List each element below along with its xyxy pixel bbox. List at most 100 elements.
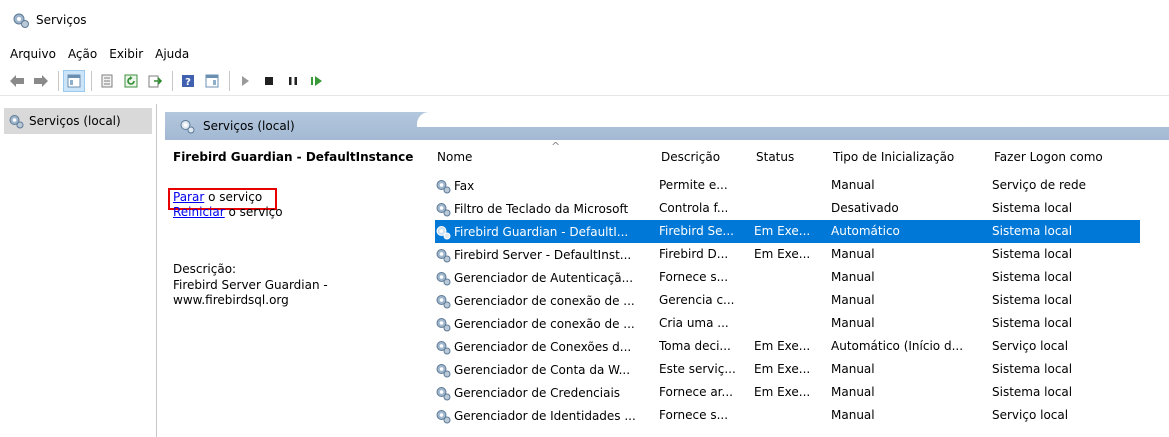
stop-service-button[interactable] bbox=[258, 70, 280, 92]
service-logon-as: Sistema local bbox=[992, 224, 1073, 238]
service-logon-as: Serviço de rede bbox=[992, 178, 1086, 192]
table-row[interactable]: Fax Permite e... Manual Serviço de rede bbox=[435, 174, 1140, 197]
forward-button[interactable] bbox=[30, 70, 52, 92]
service-name: Gerenciador de conexão de ... bbox=[454, 317, 635, 331]
refresh-button[interactable] bbox=[120, 70, 142, 92]
service-name-cell: Gerenciador de conexão de ... bbox=[435, 293, 657, 309]
service-name: Gerenciador de Identidades ... bbox=[454, 409, 636, 423]
table-row[interactable]: Gerenciador de Credenciais Fornece ar... E… bbox=[435, 381, 1140, 404]
sort-ascending-icon: ^ bbox=[551, 140, 561, 153]
properties-icon bbox=[101, 74, 113, 87]
description-text: Firebird Server Guardian - www.firebirds… bbox=[173, 278, 328, 307]
service-description: Controla f... bbox=[659, 201, 729, 215]
pause-service-button[interactable] bbox=[282, 70, 304, 92]
tree-item-label: Serviços (local) bbox=[29, 114, 121, 128]
column-header-logon-as[interactable]: Fazer Logon como bbox=[994, 150, 1103, 164]
menu-exibir[interactable]: Exibir bbox=[109, 47, 143, 61]
service-name-cell: Gerenciador de Conta da W... bbox=[435, 362, 657, 378]
restart-service-button[interactable] bbox=[306, 70, 328, 92]
tab-divider bbox=[417, 112, 1169, 127]
service-actions: Parar o serviço Reiniciar o serviço bbox=[173, 190, 283, 220]
stop-service-link[interactable]: Parar bbox=[173, 190, 204, 204]
service-startup-type: Manual bbox=[831, 408, 875, 422]
table-row[interactable]: Gerenciador de Identidades ... Fornece s.… bbox=[435, 404, 1140, 427]
service-gear-icon bbox=[436, 410, 451, 424]
start-service-button[interactable] bbox=[234, 70, 256, 92]
service-name: Gerenciador de Credenciais bbox=[454, 386, 621, 400]
service-name-cell: Gerenciador de Autenticaçã... bbox=[435, 270, 657, 286]
table-row[interactable]: Gerenciador de Conexões d... Toma deci...… bbox=[435, 335, 1140, 358]
service-name-cell: Gerenciador de Conexões d... bbox=[435, 339, 657, 355]
back-button[interactable] bbox=[6, 70, 28, 92]
service-startup-type: Manual bbox=[831, 316, 875, 330]
service-description: Fornece s... bbox=[659, 408, 729, 422]
services-list: ^ Nome Descrição Status Tipo de Iniciali… bbox=[435, 140, 1169, 437]
service-startup-type: Automático (Início d... bbox=[831, 339, 964, 353]
table-row[interactable]: Gerenciador de conexão de ... Gerencia c.… bbox=[435, 289, 1140, 312]
export-list-button[interactable] bbox=[144, 70, 166, 92]
table-row[interactable]: Filtro de Teclado da Microsoft Controla f… bbox=[435, 197, 1140, 220]
stop-icon bbox=[265, 76, 273, 85]
table-row[interactable]: Gerenciador de Autenticaçã... Fornece s..… bbox=[435, 266, 1140, 289]
service-gear-icon bbox=[436, 364, 451, 378]
service-name: Filtro de Teclado da Microsoft bbox=[454, 202, 629, 216]
action-pane-icon bbox=[205, 74, 219, 87]
help-button[interactable]: ? bbox=[177, 70, 199, 92]
forward-arrow-icon bbox=[34, 74, 48, 87]
table-row[interactable]: Firebird Server - DefaultInst... Firebird… bbox=[435, 243, 1140, 266]
column-header-name[interactable]: Nome bbox=[437, 150, 472, 164]
service-startup-type: Manual bbox=[831, 270, 875, 284]
service-gear-icon bbox=[436, 249, 451, 263]
service-status: Em Exe... bbox=[754, 362, 811, 376]
service-description: Fornece ar... bbox=[659, 385, 733, 399]
menu-ajuda[interactable]: Ajuda bbox=[155, 47, 189, 61]
service-name: Firebird Server - DefaultInst... bbox=[454, 248, 632, 262]
service-description: Firebird D... bbox=[659, 247, 729, 261]
restart-service-link[interactable]: Reiniciar bbox=[173, 205, 225, 219]
window-title: Serviços bbox=[36, 13, 87, 27]
restart-icon bbox=[311, 75, 322, 86]
menu-arquivo[interactable]: Arquivo bbox=[10, 47, 56, 61]
show-hide-tree-button[interactable] bbox=[63, 69, 85, 92]
service-name: Gerenciador de Autenticaçã... bbox=[454, 271, 634, 285]
restart-service-action: Reiniciar o serviço bbox=[173, 205, 283, 220]
properties-button[interactable] bbox=[96, 70, 118, 92]
service-description: Toma deci... bbox=[659, 339, 731, 353]
service-startup-type: Manual bbox=[831, 362, 875, 376]
svg-text:?: ? bbox=[185, 77, 191, 88]
help-icon: ? bbox=[182, 74, 194, 88]
restart-service-text: o serviço bbox=[224, 205, 283, 219]
service-name-cell: Filtro de Teclado da Microsoft bbox=[435, 201, 657, 217]
toolbar-separator bbox=[91, 70, 92, 91]
service-startup-type: Manual bbox=[831, 385, 875, 399]
service-logon-as: Sistema local bbox=[992, 316, 1073, 330]
back-arrow-icon bbox=[10, 74, 24, 87]
toolbar-separator bbox=[229, 70, 230, 91]
service-gear-icon bbox=[436, 295, 451, 309]
table-row[interactable]: Gerenciador de Conta da W... Este serviç.… bbox=[435, 358, 1140, 381]
toolbar-separator bbox=[58, 70, 59, 91]
service-logon-as: Sistema local bbox=[992, 247, 1073, 261]
console-tree-icon bbox=[67, 74, 81, 87]
column-header-status[interactable]: Status bbox=[756, 150, 794, 164]
show-hide-action-pane-button[interactable] bbox=[201, 70, 223, 92]
service-description: Firebird Se... bbox=[659, 224, 734, 238]
column-header-startup-type[interactable]: Tipo de Inicialização bbox=[833, 150, 954, 164]
services-gear-icon bbox=[9, 115, 24, 129]
description-label: Descrição: bbox=[173, 262, 237, 276]
service-gear-icon bbox=[436, 341, 451, 355]
table-row[interactable]: Firebird Guardian - DefaultI... Firebird … bbox=[435, 220, 1140, 243]
service-description: Permite e... bbox=[659, 178, 728, 192]
menu-acao[interactable]: Ação bbox=[68, 47, 97, 61]
table-row[interactable]: Gerenciador de conexão de ... Cria uma ..… bbox=[435, 312, 1140, 335]
stop-service-text: o serviço bbox=[204, 190, 263, 204]
tree-item-services-local[interactable]: Serviços (local) bbox=[4, 108, 152, 134]
service-description: Fornece s... bbox=[659, 270, 729, 284]
column-header-description[interactable]: Descrição bbox=[661, 150, 720, 164]
service-status: Em Exe... bbox=[754, 224, 811, 238]
service-startup-type: Manual bbox=[831, 293, 875, 307]
service-name-cell: Firebird Guardian - DefaultI... bbox=[435, 224, 657, 240]
service-name: Gerenciador de Conta da W... bbox=[454, 363, 631, 377]
service-logon-as: Sistema local bbox=[992, 362, 1073, 376]
pane-header-title: Serviços (local) bbox=[203, 119, 295, 133]
